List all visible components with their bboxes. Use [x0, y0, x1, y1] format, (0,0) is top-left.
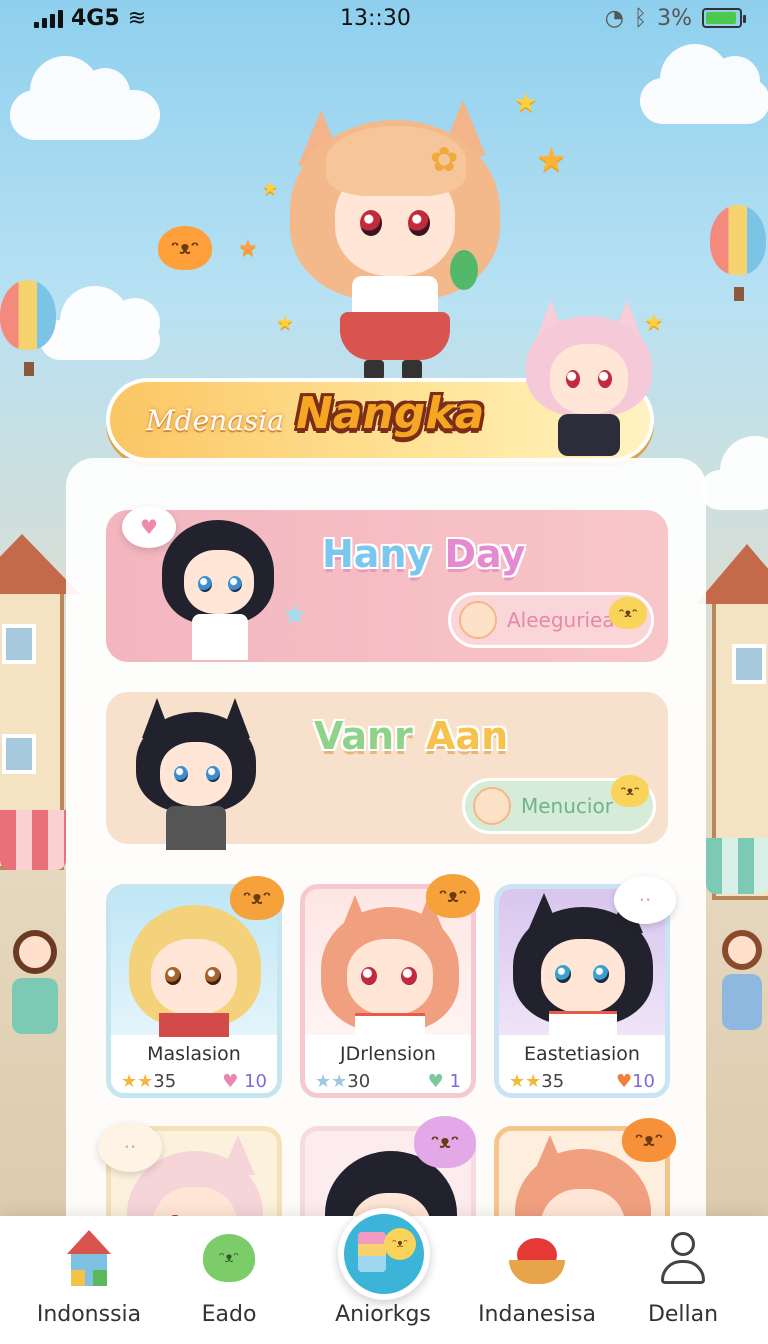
pill-label: Menucior	[521, 794, 613, 818]
feature-card-hany-day[interactable]: ♥ ★ Hany Day Aleeguriea ᵔᴥᵔ	[106, 506, 668, 664]
alarm-icon: ◔	[604, 5, 624, 31]
hero-character-illustration: ✿	[290, 80, 500, 380]
battery-percent: 3%	[657, 5, 692, 31]
star-icon: ★★	[121, 1071, 154, 1092]
feature-card-vanr-aan[interactable]: Vanr Aan Menucior ᵔᴥᵔ	[106, 692, 668, 850]
star-rating: ★★30	[315, 1071, 371, 1092]
house-icon	[61, 1230, 117, 1286]
nav-label: Aniorkgs	[335, 1302, 431, 1327]
banner-title: Nangka	[296, 388, 485, 439]
cloud-speech-bubble-icon: ··	[98, 1122, 162, 1172]
green-heart-icon: ♥	[427, 1071, 444, 1092]
banner-subtitle: Mdenasia	[146, 404, 284, 437]
side-character-illustration	[520, 300, 660, 470]
star-rating: ★★35	[509, 1071, 565, 1092]
like-count: ♥ 10	[222, 1071, 267, 1092]
hot-air-balloon	[0, 280, 56, 376]
cat-mascot-icon: ᵔᴥᵔ	[414, 1116, 476, 1168]
nav-item-eado[interactable]: ᵔᴥᵔ Eado	[154, 1230, 304, 1327]
star-decoration: ★	[238, 236, 258, 261]
star-icon: ★★	[315, 1071, 348, 1092]
cloud-decoration	[700, 436, 768, 510]
card-character-illustration	[136, 698, 256, 850]
leaf-wand-icon	[450, 250, 478, 290]
nav-label: Dellan	[647, 1302, 719, 1327]
battery-icon	[702, 8, 746, 28]
hot-air-balloon	[710, 205, 766, 301]
cloud-decoration	[10, 56, 160, 140]
mascot-icon: ᵔᴥᵔ	[384, 1228, 416, 1260]
main-panel: ♥ ★ Hany Day Aleeguriea ᵔᴥᵔ Vanr Aan Men…	[66, 458, 706, 1340]
pink-heart-icon: ♥	[222, 1071, 239, 1092]
character-name: Eastetiasion	[524, 1043, 640, 1065]
cloud-decoration	[40, 286, 160, 360]
cloud-speech-bubble-icon: ··	[614, 876, 676, 924]
character-stats: ★★30 ♥ 1	[315, 1071, 461, 1092]
orange-heart-icon: ♥	[615, 1071, 633, 1092]
profile-icon	[655, 1230, 711, 1286]
avatar	[473, 787, 511, 825]
star-rating: ★★35	[121, 1071, 177, 1092]
bystander-figure	[718, 930, 766, 1050]
star-mascot-icon: ᵔᴥᵔ	[611, 775, 649, 807]
star-decoration: ★	[536, 140, 567, 180]
nav-label: Eado	[201, 1302, 257, 1327]
bystander-figure	[8, 930, 62, 1050]
feature-card-title: Vanr Aan	[314, 714, 509, 758]
awning-decoration	[0, 810, 66, 870]
flower-hairpin-icon: ✿	[430, 140, 459, 180]
star-mascot-icon: ᵔᴥᵔ	[622, 1118, 676, 1162]
nav-item-indonssia[interactable]: Indonssia	[14, 1230, 164, 1327]
wifi-icon: ≋	[127, 5, 147, 31]
star-decoration: ★	[262, 178, 279, 199]
pill-label: Aleeguriea	[507, 608, 615, 632]
star-mascot-icon: ᵔᴥᵔ	[426, 874, 480, 918]
character-name: Maslasion	[147, 1043, 241, 1065]
bluetooth-icon: ᛒ	[633, 5, 648, 31]
bottom-nav: Indonssia ᵔᴥᵔ Eado Aniorkgs ᵔᴥᵔ Indanesi…	[0, 1208, 768, 1344]
star-decoration: ★	[514, 88, 538, 118]
star-mascot-decoration: ᵔᴥᵔ	[158, 226, 212, 270]
nav-item-indanesisa[interactable]: Indanesisa	[462, 1230, 612, 1327]
like-count: ♥ 1	[427, 1071, 461, 1092]
nav-label: Indonssia	[36, 1302, 142, 1327]
center-action-icon	[358, 1232, 386, 1272]
blob-mascot-icon: ᵔᴥᵔ	[201, 1230, 257, 1286]
star-mascot-icon: ᵔᴥᵔ	[230, 876, 284, 920]
card-character-illustration	[162, 514, 282, 664]
star-decoration: ★	[282, 598, 308, 631]
carrier-label: 4G5	[71, 5, 120, 31]
character-stats: ★★35 ♥10	[509, 1071, 655, 1092]
feature-card-action-button[interactable]: Menucior ᵔᴥᵔ	[462, 775, 656, 834]
clock: 13::30	[340, 5, 411, 31]
signal-icon	[34, 8, 63, 28]
center-action-button[interactable]: ᵔᴥᵔ	[338, 1208, 430, 1300]
nav-item-dellan[interactable]: Dellan	[608, 1230, 758, 1327]
awning-decoration	[706, 838, 768, 894]
status-bar: 4G5 ≋ 13::30 ◔ ᛒ 3%	[0, 0, 768, 36]
feature-card-title: Hany Day	[322, 532, 526, 576]
character-name: JDrlension	[340, 1043, 436, 1065]
star-icon: ★★	[509, 1071, 542, 1092]
star-mascot-icon: ᵔᴥᵔ	[609, 597, 647, 629]
feature-card-action-button[interactable]: Aleeguriea ᵔᴥᵔ	[448, 592, 654, 648]
bowl-icon	[509, 1230, 565, 1286]
cloud-decoration	[640, 44, 768, 124]
avatar	[459, 601, 497, 639]
character-stats: ★★35 ♥ 10	[121, 1071, 267, 1092]
nav-label: Indanesisa	[478, 1302, 596, 1327]
like-count: ♥10	[615, 1071, 655, 1092]
